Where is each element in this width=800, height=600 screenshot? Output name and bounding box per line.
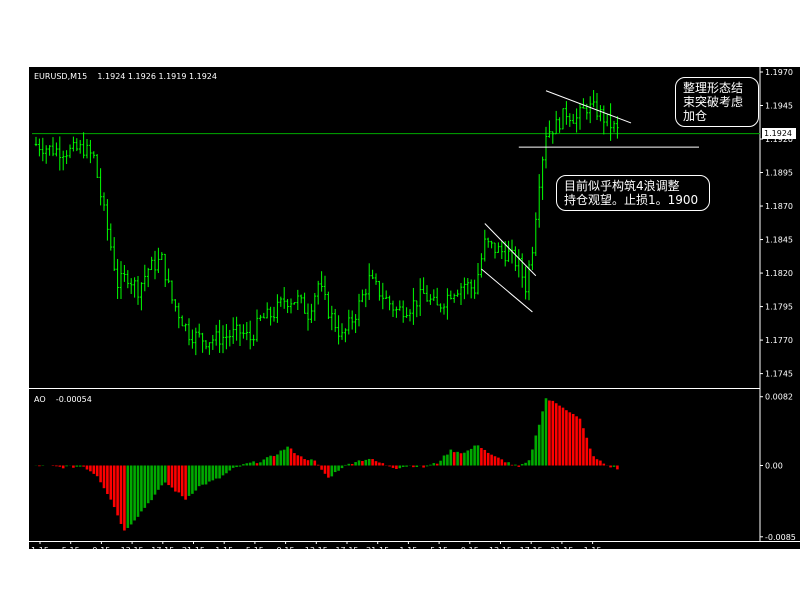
- time-tick-label: 1:15: [215, 546, 233, 549]
- trendline-2: [545, 90, 632, 124]
- time-tick-label: 5:15: [62, 546, 80, 549]
- chart-window[interactable]: 1.1970 1.1945 1.1920 1.1895 1.1870 1.1845 1.18…: [29, 67, 800, 549]
- time-tick-label: 17:15: [151, 546, 174, 549]
- time-tick-label: 17:15: [335, 546, 358, 549]
- time-tick-label: 21:15: [182, 546, 205, 549]
- trendline-0: [484, 223, 537, 277]
- time-tick-label: 5:15: [430, 546, 448, 549]
- chart-svg: 1.19701.19451.19201.18951.18701.18451.18…: [29, 67, 800, 549]
- symbol-label: EURUSD,M15: [34, 72, 88, 81]
- price-tick-label: 1.1870: [765, 202, 793, 211]
- time-tick-label: 13:15: [305, 546, 328, 549]
- price-tick-label: 1.1770: [765, 336, 793, 345]
- time-tick-label: 21:15: [550, 546, 573, 549]
- price-tick-label: 1.1970: [765, 68, 793, 77]
- annotation-wave4: 目前似乎构筑4浪调整 持仓观望。止损1。1900: [556, 175, 710, 211]
- price-tick-label: 1.1895: [765, 169, 793, 178]
- price-tick-label: 1.1945: [765, 102, 793, 111]
- ao-tick-label: 0.00: [765, 462, 783, 471]
- time-tick-label: 1:15: [31, 546, 49, 549]
- ohlc-label: 1.1924 1.1926 1.1919 1.1924: [97, 72, 217, 81]
- ao-tick-label: -0.0085: [765, 533, 796, 542]
- ao-header: AO -0.00054: [34, 395, 92, 405]
- annotation-consolidation: 整理形态结 束突破考虑 加仓: [675, 77, 759, 127]
- price-tick-label: 1.1795: [765, 303, 793, 312]
- price-tick-label: 1.1845: [765, 236, 793, 245]
- time-tick-label: 1:15: [399, 546, 417, 549]
- ao-tick-label: 0.0082: [765, 393, 793, 402]
- time-tick-label: 21:15: [366, 546, 389, 549]
- ao-value: -0.00054: [55, 395, 92, 404]
- time-tick-label: 9:15: [92, 546, 110, 549]
- price-tick-label: 1.1745: [765, 370, 793, 379]
- time-tick-label: 13:15: [121, 546, 144, 549]
- time-tick-label: 1:15: [584, 546, 602, 549]
- price-tick-label: 1.1820: [765, 269, 793, 278]
- current-price-tag: 1.1924: [762, 128, 796, 139]
- time-tick-label: 17:15: [520, 546, 543, 549]
- trendline-1: [481, 268, 533, 313]
- time-tick-label: 9:15: [277, 546, 295, 549]
- time-tick-label: 5:15: [246, 546, 264, 549]
- time-tick-label: 13:15: [489, 546, 512, 549]
- ao-name: AO: [34, 395, 46, 404]
- time-tick-label: 9:15: [461, 546, 479, 549]
- symbol-header: EURUSD,M15 1.1924 1.1926 1.1919 1.1924: [34, 72, 217, 82]
